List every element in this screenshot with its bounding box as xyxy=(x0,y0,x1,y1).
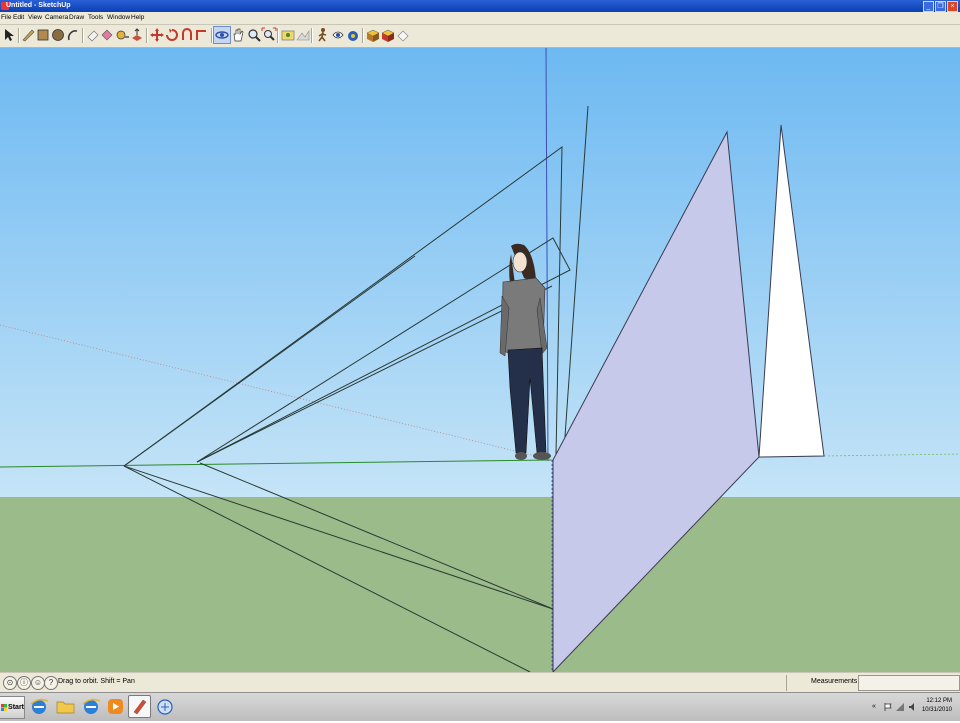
menu-camera[interactable]: Camera xyxy=(45,12,68,24)
folder-taskbar-icon[interactable] xyxy=(54,695,77,718)
window-title: Untitled - SketchUp xyxy=(6,2,71,9)
share-model-icon[interactable] xyxy=(380,27,396,43)
rotate-icon[interactable] xyxy=(164,27,180,43)
help-icon[interactable]: ? xyxy=(44,676,58,690)
toggle-terrain-icon[interactable] xyxy=(295,27,311,43)
menu-help[interactable]: Help xyxy=(131,12,144,24)
status-divider xyxy=(786,675,787,691)
get-models-icon[interactable] xyxy=(365,27,381,43)
windows-logo-icon xyxy=(1,704,8,711)
rectangle-icon[interactable] xyxy=(35,27,51,43)
system-tray: « 12:12 PM 10/31/2010 xyxy=(870,695,960,719)
taskbar: Start « 12:12 PM 10/31/2010 xyxy=(0,692,960,721)
zoom-extents-icon[interactable] xyxy=(261,27,277,43)
drawing-viewport[interactable] xyxy=(0,48,960,672)
toolbar-separator xyxy=(146,28,148,43)
sketchup-taskbar-icon[interactable] xyxy=(128,695,151,718)
toolbar-separator xyxy=(277,28,279,43)
restore-button[interactable]: ❐ xyxy=(935,1,946,12)
minimize-button[interactable]: _ xyxy=(923,1,934,12)
status-bar: ⊙ ⓘ ☺ ? Drag to orbit. Shift = Pan Measu… xyxy=(0,672,960,693)
tray-expand-icon[interactable]: « xyxy=(872,703,880,711)
flag-tray-icon[interactable] xyxy=(884,703,892,711)
start-label: Start xyxy=(8,704,24,711)
volume-tray-icon[interactable] xyxy=(908,703,916,711)
measurements-label: Measurements xyxy=(811,678,858,685)
tape-measure-icon[interactable] xyxy=(114,27,130,43)
scene-drawing xyxy=(0,48,960,672)
move-icon[interactable] xyxy=(149,27,165,43)
toolbar-separator xyxy=(82,28,84,43)
toolbar xyxy=(0,25,960,48)
circle-icon[interactable] xyxy=(50,27,66,43)
menu-bar: File Edit View Camera Draw Tools Window … xyxy=(0,12,960,25)
clock-date: 10/31/2010 xyxy=(921,707,952,713)
network-taskbar-icon[interactable] xyxy=(153,695,176,718)
walk-icon[interactable] xyxy=(314,27,330,43)
menu-tools[interactable]: Tools xyxy=(88,12,103,24)
toolbar-separator xyxy=(211,28,213,43)
paint-bucket-icon[interactable] xyxy=(99,27,115,43)
menu-window[interactable]: Window xyxy=(107,12,130,24)
menu-file[interactable]: File xyxy=(1,12,11,24)
geo-location-icon[interactable]: ⊙ xyxy=(3,676,17,690)
menu-draw[interactable]: Draw xyxy=(69,12,84,24)
pencil-icon[interactable] xyxy=(20,27,36,43)
measurements-input[interactable] xyxy=(858,675,960,691)
select-icon[interactable] xyxy=(1,27,17,43)
orbit-icon[interactable] xyxy=(213,26,231,44)
user-icon[interactable]: ☺ xyxy=(31,676,45,690)
ie-taskbar-icon[interactable] xyxy=(28,695,51,718)
status-hint: Drag to orbit. Shift = Pan xyxy=(58,678,135,685)
toolbar-separator xyxy=(311,28,313,43)
close-button[interactable]: × xyxy=(947,1,958,12)
pan-icon[interactable] xyxy=(230,27,246,43)
offset-icon[interactable] xyxy=(194,27,210,43)
position-camera-icon[interactable] xyxy=(345,27,361,43)
window-controls: _ ❐ × xyxy=(923,1,958,12)
title-bar: Untitled - SketchUp _ ❐ × xyxy=(0,0,960,12)
add-location-icon[interactable] xyxy=(280,27,296,43)
share-component-icon[interactable] xyxy=(395,27,411,43)
push-pull-icon[interactable] xyxy=(129,27,145,43)
arc-icon[interactable] xyxy=(65,27,81,43)
menu-edit[interactable]: Edit xyxy=(13,12,24,24)
tray-clock[interactable]: 12:12 PM 10/31/2010 xyxy=(922,697,952,715)
clock-time: 12:12 PM xyxy=(926,698,952,704)
zoom-icon[interactable] xyxy=(246,27,262,43)
media-player-taskbar-icon[interactable] xyxy=(104,695,127,718)
toolbar-separator xyxy=(362,28,364,43)
network-tray-icon[interactable] xyxy=(896,703,904,711)
ie-taskbar-icon-2[interactable] xyxy=(80,695,103,718)
menu-view[interactable]: View xyxy=(28,12,42,24)
credits-icon[interactable]: ⓘ xyxy=(17,676,31,690)
start-button[interactable]: Start xyxy=(0,696,25,719)
look-around-icon[interactable] xyxy=(330,27,346,43)
